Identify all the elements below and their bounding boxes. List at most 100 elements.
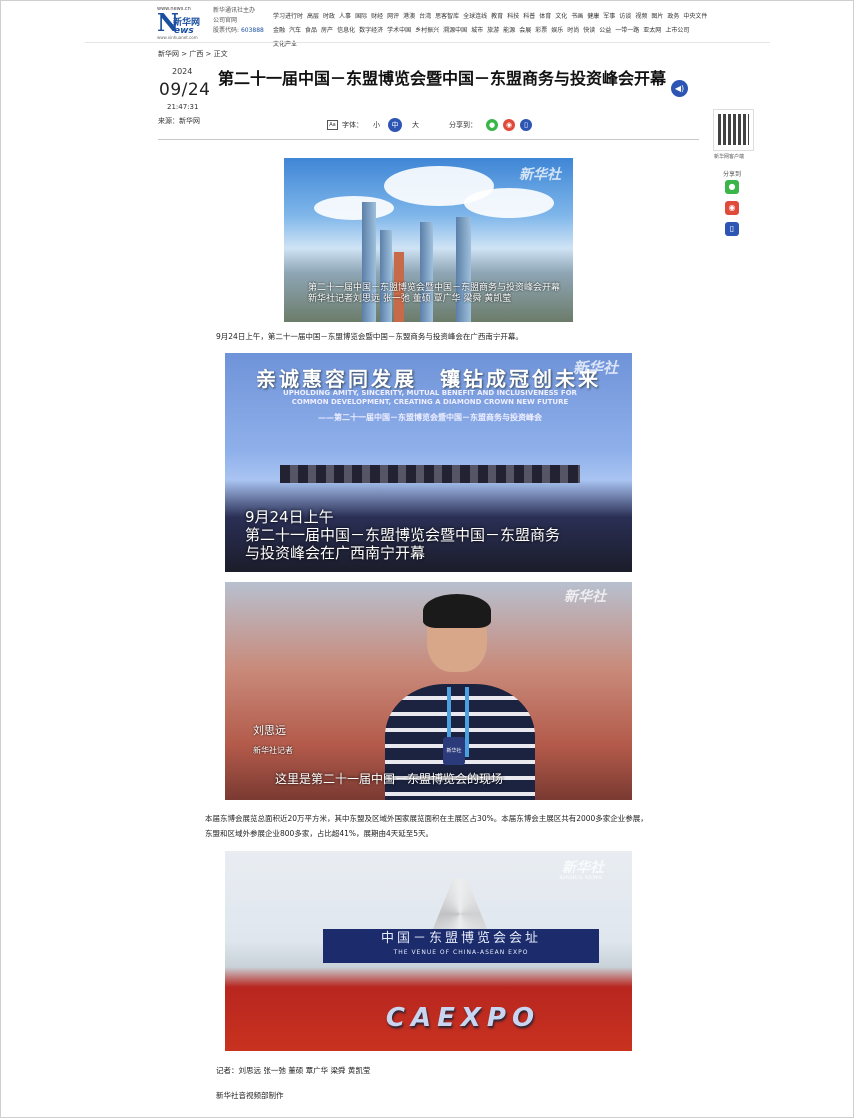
- font-size-icon: Aa: [327, 120, 338, 130]
- nav-link[interactable]: 港澳: [403, 10, 415, 24]
- nav-link[interactable]: 上市公司: [665, 24, 689, 38]
- nav-link[interactable]: 科普: [523, 10, 535, 24]
- nav-link[interactable]: 时尚: [567, 24, 579, 38]
- owner-line1: 新华通讯社主办: [213, 7, 256, 14]
- article-tools: Aa 字体： 小 中 大 分享到： ● ◉ ▯: [327, 118, 532, 132]
- nav-link[interactable]: 军事: [603, 10, 615, 24]
- nav-link[interactable]: 汽车: [289, 24, 301, 38]
- nav-link[interactable]: 教育: [491, 10, 503, 24]
- photo-caption: 9月24日上午 第二十一届中国－东盟博览会暨中国－东盟商务 与投资峰会在广西南宁…: [245, 508, 605, 562]
- mobile-share-icon[interactable]: ▯: [520, 119, 532, 131]
- font-size-large[interactable]: 大: [412, 120, 419, 130]
- share-label: 分享到：: [449, 121, 477, 129]
- watermark: 新华社: [562, 860, 604, 876]
- watermark: 新华社: [519, 167, 561, 183]
- nav-link[interactable]: 彩票: [535, 24, 547, 38]
- logo-sub-url: www.xinhuanet.com: [157, 35, 198, 40]
- nav-link[interactable]: 一带一路: [615, 24, 639, 38]
- nav-link[interactable]: 思客智库: [435, 10, 459, 24]
- nav-link[interactable]: 访谈: [619, 10, 631, 24]
- nav-link[interactable]: 快读: [583, 24, 595, 38]
- nav-link[interactable]: 网评: [387, 10, 399, 24]
- font-size-medium[interactable]: 中: [388, 118, 402, 132]
- sign-text-cn: 中国－东盟博览会会址: [380, 931, 541, 946]
- owner-line2[interactable]: 公司官网: [213, 16, 273, 26]
- photo-nanning-skyline: 新华社 第二十一届中国－东盟博览会暨中国－东盟商务与投资峰会开幕 新华社记者刘思…: [284, 158, 573, 322]
- caption-line-1: 9月24日上午: [245, 508, 334, 526]
- nav-link[interactable]: 学习进行时: [273, 10, 303, 24]
- watermark: 新华社: [564, 589, 606, 605]
- nav-link[interactable]: 时政: [323, 10, 335, 24]
- nav-link[interactable]: 信息化: [337, 24, 355, 38]
- top-nav: 学习进行时 高层 时政 人事 国际 财经 网评 港澳 台湾 思客智库 全球连线 教育 科技 科普 体育 文化书…: [273, 10, 713, 52]
- nav-link[interactable]: 溯源中国: [443, 24, 467, 38]
- nav-link[interactable]: 旅游: [487, 24, 499, 38]
- nav-link[interactable]: 亚太网: [643, 24, 661, 38]
- stage-guests: [280, 465, 580, 483]
- weibo-share-icon[interactable]: ◉: [503, 119, 515, 131]
- publish-year: 2024: [172, 67, 193, 76]
- header-divider: [85, 42, 770, 43]
- banner-subtitle: ——第二十一届中国－东盟博览会暨中国－东盟商务与投资峰会: [318, 413, 542, 422]
- photo-opening-ceremony: 亲诚惠容同发展 镶钻成冠创未来 UPHOLDING AMITY, SINCERI…: [225, 353, 632, 572]
- nav-link[interactable]: 台湾: [419, 10, 431, 24]
- nav-link[interactable]: 国际: [355, 10, 367, 24]
- nav-link[interactable]: 图片: [651, 10, 663, 24]
- caption-line-2: 第二十一届中国－东盟博览会暨中国－东盟商务: [245, 526, 561, 544]
- article-credits: 记者：刘思远 张一弛 董硕 覃广华 梁舜 黄凯莹: [216, 1066, 371, 1075]
- microphone: 新华社: [443, 737, 465, 765]
- paragraph-1: 9月24日上午，第二十一届中国－东盟博览会暨中国－东盟商务与投资峰会在广西南宁开…: [216, 332, 523, 341]
- title-divider: [158, 139, 699, 140]
- reporter-role: 新华社记者: [253, 746, 293, 755]
- nav-link[interactable]: 娱乐: [551, 24, 563, 38]
- nav-link[interactable]: 政务: [667, 10, 679, 24]
- rail-share-label: 分享到: [723, 171, 742, 178]
- nav-link[interactable]: 科技: [507, 10, 519, 24]
- owner-info: 新华通讯社主办 公司官网 股票代码: 603888: [213, 6, 273, 36]
- article-title: 第二十一届中国－东盟博览会暨中国－东盟商务与投资峰会开幕: [217, 69, 666, 88]
- nav-link[interactable]: 文化产业: [273, 38, 297, 52]
- nav-link[interactable]: 城市: [471, 24, 483, 38]
- nav-link[interactable]: 学术中国: [387, 24, 411, 38]
- nav-link[interactable]: 会展: [519, 24, 531, 38]
- wechat-share-icon[interactable]: ●: [486, 119, 498, 131]
- reporter-name: 刘思远: [253, 724, 286, 737]
- font-size-label: 字体：: [342, 121, 363, 129]
- nav-link[interactable]: 房产: [321, 24, 333, 38]
- nav-link[interactable]: 视频: [635, 10, 647, 24]
- cloud-shape: [464, 188, 554, 218]
- nav-link[interactable]: 乡村振兴: [415, 24, 439, 38]
- article-source: 来源：新华网: [158, 117, 200, 125]
- nav-link[interactable]: 高层: [307, 10, 319, 24]
- nav-link[interactable]: 食品: [305, 24, 317, 38]
- breadcrumb[interactable]: 新华网 > 广西 > 正文: [158, 49, 228, 59]
- font-size-small[interactable]: 小: [373, 120, 380, 130]
- qr-label: 新华网客户端: [714, 154, 745, 160]
- caexpo-logo: CAEXPO: [385, 1003, 541, 1033]
- nav-link[interactable]: 书画: [571, 10, 583, 24]
- caption-line-3: 与投资峰会在广西南宁开幕: [245, 544, 426, 562]
- nav-link[interactable]: 全球连线: [463, 10, 487, 24]
- watermark: 新华社: [572, 359, 618, 377]
- publish-time: 21:47:31: [167, 103, 199, 111]
- nav-row-2: 金融 汽车 食品 房产 信息化 数字经济 学术中国 乡村振兴 溯源中国 城市 旅游 能源 会展 彩票 娱乐时…: [273, 24, 713, 52]
- nav-link[interactable]: 人事: [339, 10, 351, 24]
- nav-link[interactable]: 中央文件: [683, 10, 707, 24]
- nav-link[interactable]: 能源: [503, 24, 515, 38]
- rail-wechat-icon[interactable]: ●: [725, 180, 739, 194]
- nav-link[interactable]: 金融: [273, 24, 285, 38]
- nav-link[interactable]: 文化: [555, 10, 567, 24]
- nav-link[interactable]: 财经: [371, 10, 383, 24]
- nav-link[interactable]: 健康: [587, 10, 599, 24]
- rail-mobile-icon[interactable]: ▯: [725, 222, 739, 236]
- rail-weibo-icon[interactable]: ◉: [725, 201, 739, 215]
- nav-link[interactable]: 数字经济: [359, 24, 383, 38]
- xinhua-logo[interactable]: www.news.cn N 新华网 ews www.xinhuanet.com: [157, 6, 209, 40]
- article-producer: 新华社音视频部制作: [216, 1091, 284, 1100]
- speaker-icon[interactable]: ◀): [671, 80, 688, 97]
- stock-code-label: 股票代码:: [213, 27, 241, 34]
- photo-caption: 第二十一届中国－东盟博览会暨中国－东盟商务与投资峰会开幕 新华社记者刘思远 张一…: [308, 283, 561, 304]
- nav-link[interactable]: 公益: [599, 24, 611, 38]
- photo-reporter: 新华社 新华社 刘思远 新华社记者 这里是第二十一届中国－东盟博览会的现场: [225, 582, 632, 800]
- nav-link[interactable]: 体育: [539, 10, 551, 24]
